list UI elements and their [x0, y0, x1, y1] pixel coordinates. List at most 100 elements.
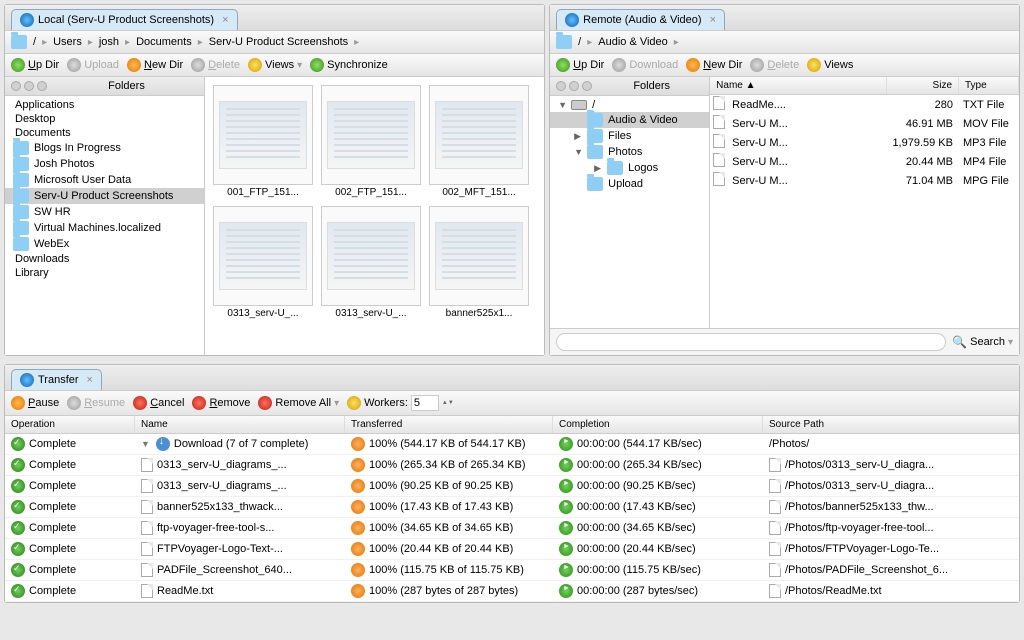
sync-button[interactable]: Synchronize — [310, 58, 388, 72]
breadcrumb-segment[interactable]: josh — [99, 36, 119, 48]
transfer-row[interactable]: Completeftp-voyager-free-tool-s...100% (… — [5, 518, 1019, 539]
col-transferred[interactable]: Transferred — [345, 416, 553, 433]
updir-button[interactable]: Up Dir — [11, 58, 59, 72]
folder-item[interactable]: Desktop — [5, 112, 204, 126]
tree-item[interactable]: ▼Photos — [550, 144, 709, 160]
file-row[interactable]: Serv-U M...71.04 MBMPG File — [710, 171, 1019, 190]
workers-input[interactable] — [411, 395, 439, 411]
folder-icon — [13, 237, 29, 251]
remote-file-list[interactable]: Name ▲ Size Type ReadMe....280TXT FileSe… — [710, 77, 1019, 328]
col-name[interactable]: Name — [135, 416, 345, 433]
transfer-row[interactable]: Completebanner525x133_thwack...100% (17.… — [5, 497, 1019, 518]
folder-icon — [13, 189, 29, 203]
workers-control[interactable]: Workers: ▲▼ — [347, 395, 454, 411]
views-button[interactable]: Views — [807, 58, 853, 72]
local-tab[interactable]: Local (Serv-U Product Screenshots) × — [11, 9, 238, 30]
file-name: Serv-U M... — [728, 118, 887, 130]
breadcrumb-segment[interactable]: Serv-U Product Screenshots — [209, 36, 348, 48]
delete-button[interactable]: Delete — [191, 58, 240, 72]
download-button[interactable]: Download — [612, 58, 678, 72]
expand-icon[interactable]: ▼ — [141, 439, 150, 449]
thumbnail[interactable]: 002_MFT_151... — [429, 85, 529, 198]
close-icon[interactable]: × — [87, 374, 93, 386]
drive-icon — [571, 100, 587, 110]
folder-item[interactable]: Documents — [5, 126, 204, 140]
breadcrumb-segment[interactable]: Audio & Video — [598, 36, 668, 48]
speed-icon — [559, 584, 573, 598]
search-input[interactable] — [556, 333, 946, 351]
tree-arrow[interactable]: ▶ — [574, 131, 582, 142]
tree-item[interactable]: Upload — [550, 176, 709, 192]
thumbnail[interactable]: 002_FTP_151... — [321, 85, 421, 198]
folder-item[interactable]: WebEx — [5, 236, 204, 252]
transfer-row[interactable]: CompletePADFile_Screenshot_640...100% (1… — [5, 560, 1019, 581]
file-name: Serv-U M... — [728, 175, 887, 187]
pause-button[interactable]: Pause — [11, 396, 59, 410]
file-row[interactable]: Serv-U M...1,979.59 KBMP3 File — [710, 133, 1019, 152]
folder-item[interactable]: Virtual Machines.localized — [5, 220, 204, 236]
folder-item[interactable]: Josh Photos — [5, 156, 204, 172]
cancel-button[interactable]: Cancel — [133, 396, 184, 410]
upload-button[interactable]: Upload — [67, 58, 119, 72]
folder-item[interactable]: Blogs In Progress — [5, 140, 204, 156]
tree-arrow[interactable]: ▼ — [574, 147, 582, 157]
resume-button[interactable]: Resume — [67, 396, 125, 410]
tree-item[interactable]: ▶Files — [550, 128, 709, 144]
breadcrumb-segment[interactable]: Documents — [136, 36, 192, 48]
newdir-button[interactable]: New Dir — [127, 58, 183, 72]
breadcrumb-segment[interactable]: / — [33, 36, 36, 48]
tree-arrow[interactable]: ▶ — [594, 163, 602, 174]
col-operation[interactable]: Operation — [5, 416, 135, 433]
remove-button[interactable]: Remove — [192, 396, 250, 410]
remote-breadcrumb[interactable]: /▸Audio & Video▸ — [550, 30, 1019, 54]
views-button[interactable]: Views ▾ — [248, 58, 302, 72]
folder-item[interactable]: Applications — [5, 98, 204, 112]
tree-item[interactable]: ▼/ — [550, 98, 709, 112]
removeall-button[interactable]: Remove All ▾ — [258, 396, 339, 410]
thumbnail[interactable]: 0313_serv-U_... — [321, 206, 421, 319]
folder-label: WebEx — [34, 238, 69, 250]
remote-folder-tree[interactable]: ▼/Audio & Video▶Files▼Photos▶LogosUpload — [550, 96, 709, 328]
sync-icon — [310, 58, 324, 72]
transfer-row[interactable]: CompleteFTPVoyager-Logo-Text-...100% (20… — [5, 539, 1019, 560]
col-source[interactable]: Source Path — [763, 416, 1019, 433]
newdir-button[interactable]: New Dir — [686, 58, 742, 72]
folder-item[interactable]: Downloads — [5, 252, 204, 266]
folder-item[interactable]: Library — [5, 266, 204, 280]
remote-tab[interactable]: Remote (Audio & Video) × — [556, 9, 725, 30]
breadcrumb-segment[interactable]: Users — [53, 36, 82, 48]
file-row[interactable]: Serv-U M...46.91 MBMOV File — [710, 114, 1019, 133]
folder-item[interactable]: Serv-U Product Screenshots — [5, 188, 204, 204]
close-icon[interactable]: × — [222, 14, 228, 26]
transfer-row[interactable]: Complete▼Download (7 of 7 complete)100% … — [5, 434, 1019, 455]
tree-item[interactable]: ▶Logos — [550, 160, 709, 176]
col-size[interactable]: Size — [887, 77, 959, 94]
thumbnail[interactable]: 001_FTP_151... — [213, 85, 313, 198]
thumbnail-grid[interactable]: 001_FTP_151...002_FTP_151...002_MFT_151.… — [205, 77, 544, 355]
file-row[interactable]: ReadMe....280TXT File — [710, 95, 1019, 114]
transfer-row[interactable]: Complete0313_serv-U_diagrams_...100% (26… — [5, 455, 1019, 476]
folder-label: Josh Photos — [34, 158, 95, 170]
local-breadcrumb[interactable]: /▸Users▸josh▸Documents▸Serv-U Product Sc… — [5, 30, 544, 54]
col-type[interactable]: Type — [959, 77, 1019, 94]
transfer-row[interactable]: CompleteReadMe.txt100% (287 bytes of 287… — [5, 581, 1019, 602]
local-folder-list[interactable]: ApplicationsDesktopDocumentsBlogs In Pro… — [5, 96, 204, 355]
transfer-row[interactable]: Complete0313_serv-U_diagrams_...100% (90… — [5, 476, 1019, 497]
transfer-tab[interactable]: Transfer × — [11, 369, 102, 390]
search-button[interactable]: 🔍 Search ▾ — [952, 335, 1013, 349]
file-row[interactable]: Serv-U M...20.44 MBMP4 File — [710, 152, 1019, 171]
close-icon[interactable]: × — [710, 14, 716, 26]
tree-item[interactable]: Audio & Video — [550, 112, 709, 128]
thumbnail[interactable]: 0313_serv-U_... — [213, 206, 313, 319]
col-name[interactable]: Name ▲ — [710, 77, 887, 94]
breadcrumb-segment[interactable]: / — [578, 36, 581, 48]
transfer-header[interactable]: Operation Name Transferred Completion So… — [5, 416, 1019, 434]
delete-button[interactable]: Delete — [750, 58, 799, 72]
tree-arrow[interactable]: ▼ — [558, 100, 566, 110]
folder-item[interactable]: SW HR — [5, 204, 204, 220]
folder-item[interactable]: Microsoft User Data — [5, 172, 204, 188]
updir-button[interactable]: Up Dir — [556, 58, 604, 72]
col-completion[interactable]: Completion — [553, 416, 763, 433]
file-list-header[interactable]: Name ▲ Size Type — [710, 77, 1019, 95]
thumbnail[interactable]: banner525x1... — [429, 206, 529, 319]
